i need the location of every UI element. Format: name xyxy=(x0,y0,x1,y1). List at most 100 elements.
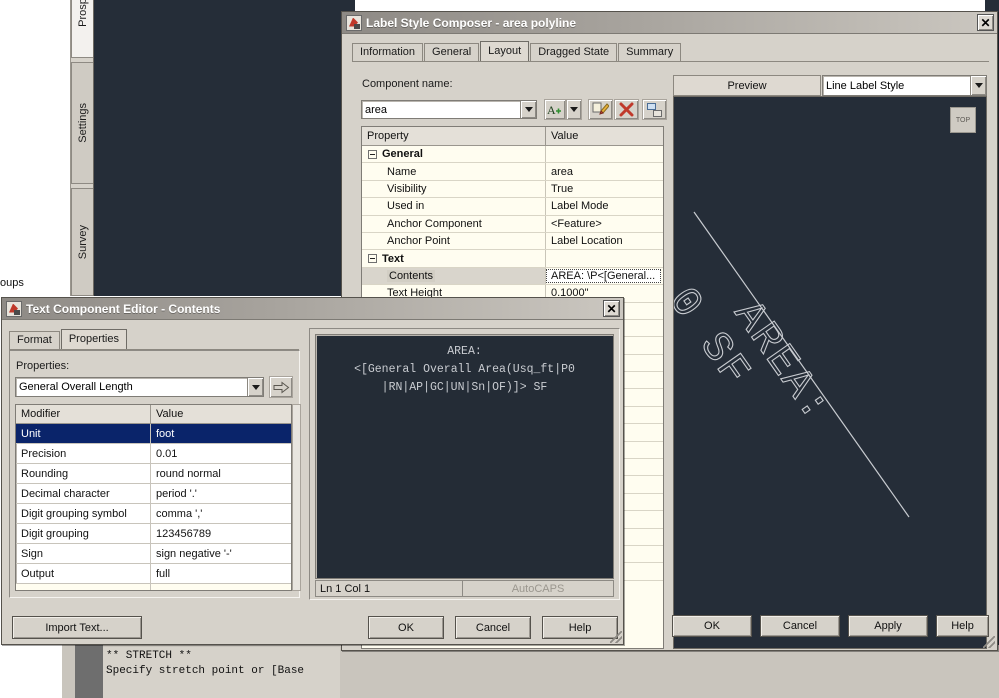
text-component-editor-titlebar[interactable]: Text Component Editor - Contents ✕ xyxy=(2,298,623,320)
modifier-row-digit-grouping-symbol[interactable]: Digit grouping symbol comma ',' xyxy=(16,504,291,524)
tab-information[interactable]: Information xyxy=(352,43,424,61)
command-line-gutter xyxy=(75,645,103,698)
properties-combo[interactable]: General Overall Length xyxy=(15,377,264,397)
close-icon[interactable]: ✕ xyxy=(977,14,994,31)
modifier-grid-header: Modifier Value xyxy=(16,405,291,424)
insert-field-button[interactable] xyxy=(269,376,293,398)
tab-information-label: Information xyxy=(360,46,416,58)
modifier-row-output[interactable]: Output full xyxy=(16,564,291,584)
modifier-row-sign[interactable]: Sign sign negative '-' xyxy=(16,544,291,564)
modifier-row-digit-grouping[interactable]: Digit grouping 123456789 xyxy=(16,524,291,544)
collapse-icon[interactable] xyxy=(368,254,377,264)
autocaps-indicator[interactable]: AutoCAPS xyxy=(463,581,613,596)
tab-layout-label: Layout xyxy=(488,45,522,57)
property-row-contents[interactable]: Contents AREA: \P<[General... xyxy=(362,267,663,286)
tab-dragged-state-label: Dragged State xyxy=(538,46,610,58)
composer-ok-button[interactable]: OK xyxy=(672,615,752,637)
property-row-anchor-component-label: Anchor Component xyxy=(362,215,546,232)
tab-summary[interactable]: Summary xyxy=(618,43,682,61)
composer-resize-grip[interactable] xyxy=(983,636,995,648)
property-row-anchor-point-value[interactable]: Label Location xyxy=(546,233,663,249)
property-row-general[interactable]: General xyxy=(362,146,663,164)
property-row-text-label: Text xyxy=(382,252,404,265)
preview-canvas[interactable]: TOP AREA: 0 SF xyxy=(673,96,987,649)
close-icon[interactable]: ✕ xyxy=(603,300,620,317)
property-row-visibility[interactable]: Visibility True xyxy=(362,180,663,199)
modifier-grid-scrollbar[interactable] xyxy=(292,404,301,591)
property-row-anchor-component-value[interactable]: <Feature> xyxy=(546,216,663,232)
modifier-row-precision-value[interactable]: 0.01 xyxy=(151,444,291,463)
modifier-row-digit-grouping-symbol-value[interactable]: comma ',' xyxy=(151,504,291,523)
modifier-row-empty[interactable] xyxy=(16,584,291,590)
modifier-row-digit-grouping-label: Digit grouping xyxy=(16,524,151,543)
sidebar-tab-survey-label: Survey xyxy=(76,224,89,260)
view-cube-icon[interactable]: TOP xyxy=(950,107,976,133)
property-grid-col-property: Property xyxy=(362,127,546,145)
property-row-name-label: Name xyxy=(362,163,546,180)
modifier-row-unit[interactable]: Unit foot xyxy=(16,424,291,444)
component-tree-button[interactable] xyxy=(642,99,667,120)
insert-field-arrow-icon xyxy=(273,380,289,394)
sidebar-tab-prospector[interactable]: Prospe xyxy=(71,0,93,58)
property-row-contents-value[interactable]: AREA: \P<[General... xyxy=(546,268,661,284)
command-line-history[interactable]: ** STRETCH ** Specify stretch point or [B… xyxy=(103,647,340,698)
composer-help-button[interactable]: Help xyxy=(936,615,989,637)
property-row-used-in[interactable]: Used in Label Mode xyxy=(362,198,663,216)
tce-help-button[interactable]: Help xyxy=(542,616,618,639)
text-component-editor-tabs: Format Properties xyxy=(9,329,128,349)
create-text-component-button[interactable]: A xyxy=(544,99,566,120)
property-row-used-in-value[interactable]: Label Mode xyxy=(546,198,663,214)
acad-drawing-canvas[interactable] xyxy=(94,0,355,296)
label-style-composer-title: Label Style Composer - area polyline xyxy=(366,15,577,30)
chevron-down-icon[interactable] xyxy=(520,101,536,118)
preview-style-combo[interactable]: Line Label Style xyxy=(822,75,987,96)
import-text-button[interactable]: Import Text... xyxy=(12,616,142,639)
modifier-row-rounding[interactable]: Rounding round normal xyxy=(16,464,291,484)
tab-dragged-state[interactable]: Dragged State xyxy=(530,43,618,61)
mtext-status-bar: Ln 1 Col 1 AutoCAPS xyxy=(315,580,614,597)
label-style-composer-titlebar[interactable]: Label Style Composer - area polyline ✕ xyxy=(342,12,997,34)
tce-ok-button[interactable]: OK xyxy=(368,616,444,639)
property-row-name[interactable]: Name area xyxy=(362,163,663,181)
component-dropdown-button[interactable] xyxy=(566,99,582,120)
property-row-anchor-component[interactable]: Anchor Component <Feature> xyxy=(362,215,663,233)
civil3d-app-icon xyxy=(6,300,22,317)
sidebar-tab-survey[interactable]: Survey xyxy=(71,188,93,296)
tab-properties-label: Properties xyxy=(68,333,119,345)
composer-cancel-button[interactable]: Cancel xyxy=(760,615,840,637)
property-row-visibility-value[interactable]: True xyxy=(546,181,663,197)
modifier-row-unit-value[interactable]: foot xyxy=(151,424,291,443)
sidebar-tab-settings[interactable]: Settings xyxy=(71,62,93,184)
tce-cancel-button[interactable]: Cancel xyxy=(455,616,531,639)
tab-layout[interactable]: Layout xyxy=(480,41,530,61)
copy-component-button[interactable] xyxy=(588,99,613,120)
tab-general[interactable]: General xyxy=(424,43,480,61)
preview-label-drawing: AREA: 0 SF xyxy=(674,211,910,518)
modifier-grid[interactable]: Modifier Value Unit foot Precision 0.01 … xyxy=(15,404,292,591)
tabstrip-rail xyxy=(352,61,989,62)
modifier-row-rounding-value[interactable]: round normal xyxy=(151,464,291,483)
composer-apply-button[interactable]: Apply xyxy=(848,615,928,637)
property-row-contents-label: Contents xyxy=(387,269,436,282)
modifier-row-decimal-character[interactable]: Decimal character period '.' xyxy=(16,484,291,504)
mtext-editor[interactable]: AREA: <[General Overall Area(Usq_ft|P0 |… xyxy=(315,334,614,579)
modifier-row-precision[interactable]: Precision 0.01 xyxy=(16,444,291,464)
property-row-anchor-point[interactable]: Anchor Point Label Location xyxy=(362,232,663,251)
modifier-row-sign-value[interactable]: sign negative '-' xyxy=(151,544,291,563)
property-row-name-value[interactable]: area xyxy=(546,163,663,179)
tab-format[interactable]: Format xyxy=(9,331,60,349)
chevron-down-icon[interactable] xyxy=(970,76,986,95)
modifier-row-decimal-character-value[interactable]: period '.' xyxy=(151,484,291,503)
delete-component-button[interactable] xyxy=(614,99,639,120)
properties-label: Properties: xyxy=(16,360,70,372)
modifier-row-output-value[interactable]: full xyxy=(151,564,291,583)
groups-label-clipped: oups xyxy=(0,277,24,289)
property-row-text[interactable]: Text xyxy=(362,250,663,268)
tce-resize-grip[interactable] xyxy=(610,631,622,643)
modifier-row-digit-grouping-value[interactable]: 123456789 xyxy=(151,524,291,543)
tab-properties[interactable]: Properties xyxy=(60,329,127,349)
component-name-combo[interactable]: area xyxy=(361,100,537,119)
modifier-col-value: Value xyxy=(156,408,184,420)
collapse-icon[interactable] xyxy=(368,149,377,159)
chevron-down-icon[interactable] xyxy=(247,378,263,396)
